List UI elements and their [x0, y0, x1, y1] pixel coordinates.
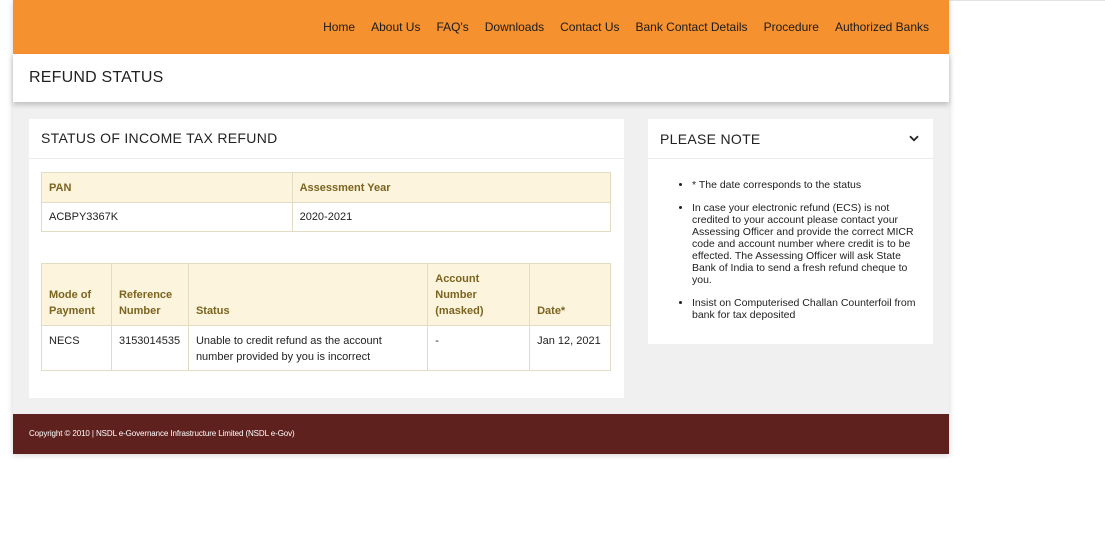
list-item: In case your electronic refund (ECS) is …	[692, 202, 921, 286]
please-note-panel: PLEASE NOTE * The date corresponds to th…	[648, 119, 933, 344]
assessment-year-value: 2020-2021	[291, 202, 612, 232]
footer: Copyright © 2010 | NSDL e-Governance Inf…	[13, 414, 949, 454]
pan-value: ACBPY3367K	[41, 202, 293, 232]
nav-about-us[interactable]: About Us	[371, 20, 420, 34]
pan-table: PAN Assessment Year ACBPY3367K 2020-2021	[41, 172, 612, 232]
note-list: * The date corresponds to the status In …	[648, 159, 933, 321]
nav-contact-us[interactable]: Contact Us	[560, 20, 619, 34]
refund-status-panel: STATUS OF INCOME TAX REFUND PAN Assessme…	[29, 119, 624, 398]
top-divider	[949, 0, 1105, 1]
refund-table: Mode of Payment Reference Number Status …	[41, 263, 611, 371]
pan-header: PAN	[41, 172, 293, 203]
main-nav: Home About Us FAQ's Downloads Contact Us…	[307, 0, 929, 54]
copyright-text: Copyright © 2010 | NSDL e-Governance Inf…	[29, 429, 295, 438]
status-header: Status	[187, 263, 429, 326]
navbar: Home About Us FAQ's Downloads Contact Us…	[13, 0, 949, 54]
table-row: NECS 3153014535 Unable to credit refund …	[41, 325, 611, 371]
date-value: Jan 12, 2021	[529, 325, 611, 371]
list-item: * The date corresponds to the status	[692, 179, 921, 191]
reference-number-header: Reference Number	[110, 263, 189, 326]
refund-status-panel-title: STATUS OF INCOME TAX REFUND	[29, 119, 624, 159]
nav-authorized-banks[interactable]: Authorized Banks	[835, 20, 929, 34]
mode-of-payment-value: NECS	[41, 325, 112, 371]
title-bar: REFUND STATUS	[13, 54, 949, 102]
nav-procedure[interactable]: Procedure	[764, 20, 819, 34]
nav-faqs[interactable]: FAQ's	[436, 20, 468, 34]
account-number-header: Account Number (masked)	[427, 263, 531, 326]
reference-number-value: 3153014535	[110, 325, 189, 371]
refund-table-header-row: Mode of Payment Reference Number Status …	[41, 263, 611, 326]
page-title: REFUND STATUS	[29, 69, 164, 86]
nav-downloads[interactable]: Downloads	[485, 20, 544, 34]
pan-table-header-row: PAN Assessment Year	[41, 172, 612, 203]
mode-of-payment-header: Mode of Payment	[41, 263, 112, 326]
account-number-value: -	[427, 325, 531, 371]
assessment-year-header: Assessment Year	[291, 172, 612, 203]
date-header: Date*	[529, 263, 611, 326]
please-note-header[interactable]: PLEASE NOTE	[648, 119, 933, 159]
page-frame: Home About Us FAQ's Downloads Contact Us…	[13, 0, 949, 454]
nav-home[interactable]: Home	[323, 20, 355, 34]
nav-bank-contact-details[interactable]: Bank Contact Details	[636, 20, 748, 34]
table-row: ACBPY3367K 2020-2021	[41, 202, 612, 232]
list-item: Insist on Computerised Challan Counterfo…	[692, 297, 921, 321]
chevron-down-icon[interactable]	[907, 132, 921, 146]
status-value: Unable to credit refund as the account n…	[187, 325, 429, 371]
please-note-title: PLEASE NOTE	[660, 130, 761, 147]
